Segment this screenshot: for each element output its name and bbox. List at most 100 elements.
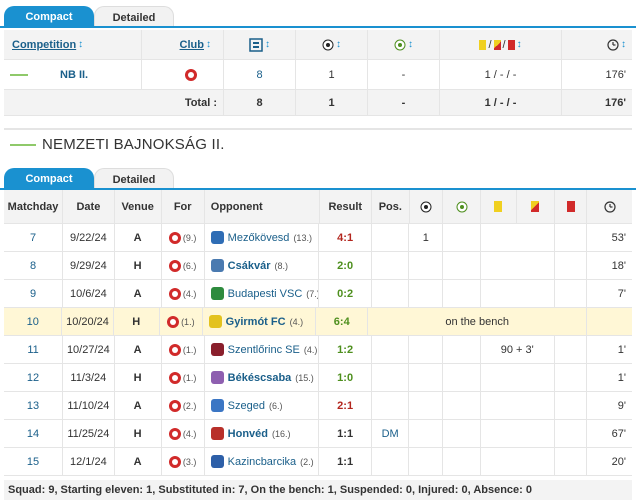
clock-icon [607,38,619,51]
opponent-link[interactable]: Csákvár [228,260,271,272]
opponent-link[interactable]: Budapesti VSC [228,288,303,300]
club-crest-icon[interactable] [168,259,181,272]
club-table-position: (3.) [182,456,197,467]
match-result-link[interactable]: 2:0 [319,252,372,279]
header-club[interactable]: Club ↕ [142,30,224,59]
opponent-link[interactable]: Gyirmót FC [226,316,286,328]
match-rows: 7 9/22/24 A (9.) Mezőkövesd (13.) 4:1 1 53' 8 9/29… [4,224,632,476]
opponent-crest-icon[interactable] [210,287,224,300]
match-position [372,448,410,475]
match-goals [409,252,444,279]
opponent-link[interactable]: Honvéd [228,428,268,440]
matchday-link[interactable]: 12 [4,364,64,391]
header-goals[interactable]: ↕ [296,30,368,59]
tab-underline [0,26,636,28]
tab-compact[interactable]: Compact [4,6,94,28]
header-assists [443,190,481,223]
opponent-link[interactable]: Szentlőrinc SE [228,344,300,356]
opponent-crest-icon[interactable] [210,371,224,384]
opponent-crest-icon[interactable] [210,343,224,356]
tab-detailed[interactable]: Detailed [94,6,174,28]
club-table-position: (1.) [182,372,197,383]
total-goals: 1 [296,90,368,115]
match-substituted [481,252,555,279]
matchday-link[interactable]: 15 [4,448,64,475]
match-date: 11/10/24 [63,392,115,419]
club-crest-icon[interactable] [168,427,181,440]
match-result-link[interactable]: 1:1 [319,448,372,475]
header-assists[interactable]: ↕ [368,30,440,59]
match-assists [443,252,481,279]
match-result-link[interactable]: 2:1 [319,392,372,419]
competition-sort-link[interactable]: Competition [12,39,76,51]
match-date: 11/25/24 [63,420,115,447]
opponent-crest-icon[interactable] [208,315,222,328]
match-result-link[interactable]: 1:0 [319,364,372,391]
summary-assists: - [368,60,440,89]
match-assists [443,336,481,363]
match-substituted [481,392,555,419]
match-venue: H [115,364,162,391]
tab-compact[interactable]: Compact [4,168,94,190]
header-cards[interactable]: / / ↕ [440,30,562,59]
match-result-link[interactable]: 1:2 [319,336,372,363]
match-result-link[interactable]: 1:1 [319,420,372,447]
club-crest-icon[interactable] [167,315,180,328]
opponent-table-position: (4.) [289,316,304,327]
header-minutes [587,190,632,223]
header-minutes[interactable]: ↕ [562,30,632,59]
matchday-link[interactable]: 8 [4,252,64,279]
match-row: 14 11/25/24 H (4.) Honvéd (16.) 1:1 DM 67' [4,420,632,448]
appearances-icon [249,37,263,52]
section-divider [4,128,632,130]
header-date: Date [63,190,115,223]
match-venue: A [115,336,162,363]
club-crest-icon[interactable] [168,231,181,244]
match-result-link[interactable]: 4:1 [319,224,372,251]
match-date: 10/6/24 [63,280,115,307]
summary-goals: 1 [296,60,368,89]
opponent-link[interactable]: Kazincbarcika [228,456,296,468]
club-crest-icon[interactable] [168,399,181,412]
tab-detailed[interactable]: Detailed [94,168,174,190]
summary-minutes: 176' [605,68,626,81]
match-minutes: 7' [617,287,627,300]
club-crest-icon[interactable] [185,68,197,81]
sort-icon: ↕ [265,39,270,50]
opponent-crest-icon[interactable] [210,259,224,272]
opponent-crest-icon[interactable] [210,427,224,440]
matchday-link[interactable]: 11 [4,336,64,363]
match-row: 7 9/22/24 A (9.) Mezőkövesd (13.) 4:1 1 53' [4,224,632,252]
opponent-link[interactable]: Békéscsaba [228,372,292,384]
matchday-link[interactable]: 7 [4,224,64,251]
club-crest-icon[interactable] [168,371,181,384]
club-crest-icon[interactable] [168,287,181,300]
match-tab-bar: Compact Detailed [0,164,636,190]
opponent-crest-icon[interactable] [210,231,224,244]
club-table-position: (2.) [182,400,197,411]
match-assists [443,420,481,447]
header-appearances[interactable]: ↕ [224,30,296,59]
opponent-crest-icon[interactable] [210,399,224,412]
matchday-link[interactable]: 10 [4,308,63,335]
club-crest-icon[interactable] [168,343,181,356]
total-apps: 8 [224,90,296,115]
opponent-link[interactable]: Szeged [228,400,265,412]
opponent-table-position: (4.) [303,344,318,355]
club-crest-icon[interactable] [168,455,181,468]
match-result-link[interactable]: 6:4 [316,308,369,335]
assist-icon [456,201,468,212]
header-competition[interactable]: Competition ↕ [4,30,142,59]
competition-link[interactable]: NB II. [60,69,88,81]
match-substituted [481,448,555,475]
header-yellow [481,190,517,223]
match-result-link[interactable]: 0:2 [319,280,372,307]
club-sort-link[interactable]: Club [180,39,204,51]
opponent-crest-icon[interactable] [210,455,224,468]
summary-apps[interactable]: 8 [224,60,296,89]
match-date: 10/27/24 [63,336,115,363]
opponent-link[interactable]: Mezőkövesd [228,232,290,244]
matchday-link[interactable]: 14 [4,420,64,447]
matchday-link[interactable]: 9 [4,280,64,307]
matchday-link[interactable]: 13 [4,392,64,419]
